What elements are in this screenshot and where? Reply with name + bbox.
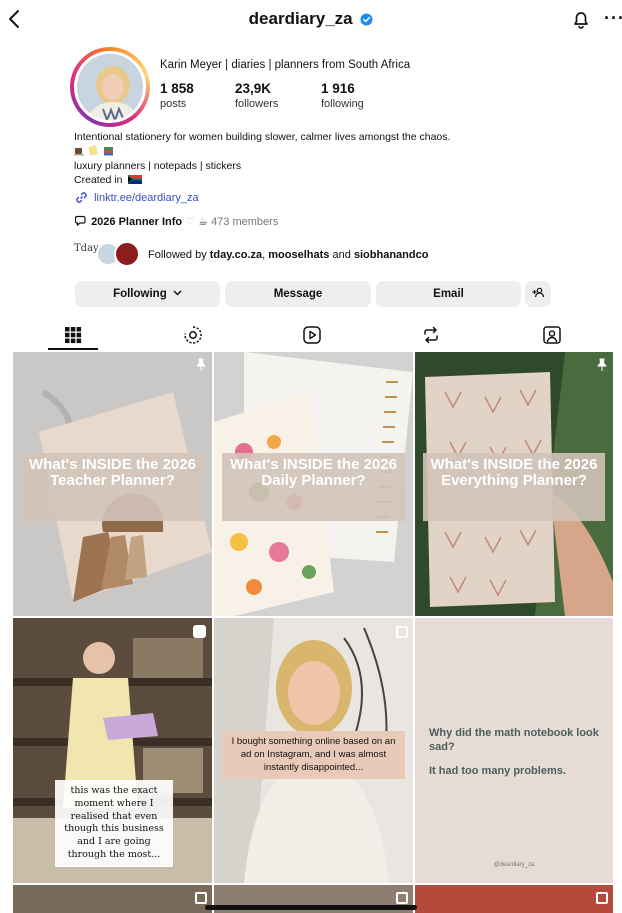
following-button-label: Following — [113, 288, 167, 300]
reel-indicator-icon — [193, 625, 206, 638]
post-tile[interactable] — [13, 885, 212, 913]
carousel-indicator-icon — [396, 892, 408, 904]
message-button-label: Message — [273, 288, 323, 300]
pinned-icon — [596, 358, 608, 371]
channel-coffee-icon: ☕ — [198, 216, 212, 228]
following-button[interactable]: Following — [75, 281, 220, 307]
coffee-notebook-books-emoji-icon — [74, 145, 113, 156]
post-tile[interactable] — [415, 885, 613, 913]
post-tile[interactable]: What's INSIDE the 2026 Everything Planne… — [415, 352, 613, 616]
post-caption-overlay: I bought something online based on an ad… — [222, 731, 405, 780]
stat-followers[interactable]: 23,9K followers — [235, 81, 278, 110]
bio-link-text: linktr.ee/deardiary_za — [94, 192, 199, 204]
grid-posts-icon[interactable] — [62, 324, 84, 346]
pinned-icon — [195, 358, 207, 371]
channel-name: 2026 Planner Info — [91, 216, 183, 228]
add-person-icon — [532, 287, 545, 298]
following-label: following — [321, 98, 364, 110]
bio-link[interactable]: linktr.ee/deardiary_za — [75, 191, 199, 204]
followed-prefix: Followed by — [148, 249, 210, 261]
follower-avatar-siobhanandco — [114, 241, 140, 267]
top-bar: deardiary_za ··· — [0, 0, 622, 40]
channel-emoji-icon: ♡ — [185, 216, 199, 228]
avatar-photo-icon — [77, 54, 143, 120]
post-title-overlay: What's INSIDE the 2026 Teacher Planner? — [21, 453, 204, 521]
following-count: 1 916 — [321, 81, 355, 96]
home-indicator — [205, 905, 417, 910]
message-button[interactable]: Message — [225, 281, 371, 307]
bio-created-in: Created in — [74, 174, 123, 186]
broadcast-channel[interactable]: 2026 Planner Info ♡ ☕ 473 members — [74, 215, 279, 228]
avatar — [74, 51, 146, 123]
channel-chat-icon — [74, 215, 86, 227]
followed-user-1: tday.co.za — [209, 249, 263, 261]
profile-tabs — [0, 318, 622, 352]
post-handle-watermark: @deardiary_za — [493, 862, 535, 868]
post-caption-overlay: this was the exact moment where I realis… — [55, 780, 173, 867]
bio-line-1: Intentional stationery for women buildin… — [74, 131, 451, 143]
username-label: deardiary_za — [248, 9, 353, 28]
bio-emoji-row — [74, 145, 120, 159]
followed-user-2: mooselhats — [268, 249, 330, 261]
bio-line-2: luxury planners | notepads | stickers — [74, 160, 242, 172]
active-tab-indicator — [48, 348, 98, 350]
post-tile[interactable]: I bought something online based on an ad… — [214, 618, 413, 883]
post-title-overlay: What's INSIDE the 2026 Everything Planne… — [423, 453, 605, 521]
posts-count: 1 858 — [160, 81, 194, 96]
channel-members: 473 members — [211, 216, 279, 228]
bio-line-3: Created in — [74, 174, 143, 186]
highlights-icon[interactable] — [182, 324, 204, 346]
carousel-indicator-icon — [195, 892, 207, 904]
link-chain-icon — [76, 192, 87, 203]
posts-label: posts — [160, 98, 187, 110]
joke-answer: It had too many problems. — [429, 765, 566, 777]
joke-question: Why did the math notebook look sad? — [429, 727, 599, 754]
stat-following[interactable]: 1 916 following — [321, 81, 364, 110]
followed-by-text: Followed by tday.co.za, mooselhats and s… — [148, 249, 428, 261]
reposts-icon[interactable] — [420, 324, 442, 346]
followed-by-row[interactable]: Tday Followed by tday.co.za, mooselhats … — [74, 240, 554, 268]
post-tile[interactable]: Why did the math notebook look sad? It h… — [415, 618, 613, 883]
followed-sep-2: and — [329, 249, 354, 261]
tagged-icon[interactable] — [541, 324, 563, 346]
post-title-overlay: What's INSIDE the 2026 Daily Planner? — [222, 453, 405, 521]
email-button[interactable]: Email — [376, 281, 521, 307]
carousel-indicator-icon — [396, 626, 408, 638]
post-tile[interactable]: this was the exact moment where I realis… — [13, 618, 212, 883]
followers-label: followers — [235, 98, 279, 110]
followers-count: 23,9K — [235, 81, 272, 96]
display-name: Karin Meyer | diaries | planners from So… — [160, 59, 411, 71]
post-tile[interactable]: What's INSIDE the 2026 Daily Planner? — [214, 352, 413, 616]
chevron-down-icon — [173, 290, 182, 296]
verified-badge-icon — [360, 13, 373, 26]
stat-posts[interactable]: 1 858 posts — [160, 81, 194, 110]
post-tile[interactable]: What's INSIDE the 2026 Teacher Planner? — [13, 352, 212, 616]
profile-username-title[interactable]: deardiary_za — [0, 9, 622, 29]
suggested-accounts-button[interactable] — [525, 281, 551, 307]
followed-user-3: siobhanandco — [353, 249, 429, 261]
reels-icon[interactable] — [301, 324, 323, 346]
avatar-story-ring[interactable] — [70, 47, 150, 127]
notification-bell-icon[interactable] — [570, 8, 592, 30]
carousel-indicator-icon — [596, 892, 608, 904]
south-africa-flag-icon — [128, 175, 143, 184]
more-options-icon[interactable]: ··· — [604, 8, 622, 29]
email-button-label: Email — [433, 288, 464, 300]
